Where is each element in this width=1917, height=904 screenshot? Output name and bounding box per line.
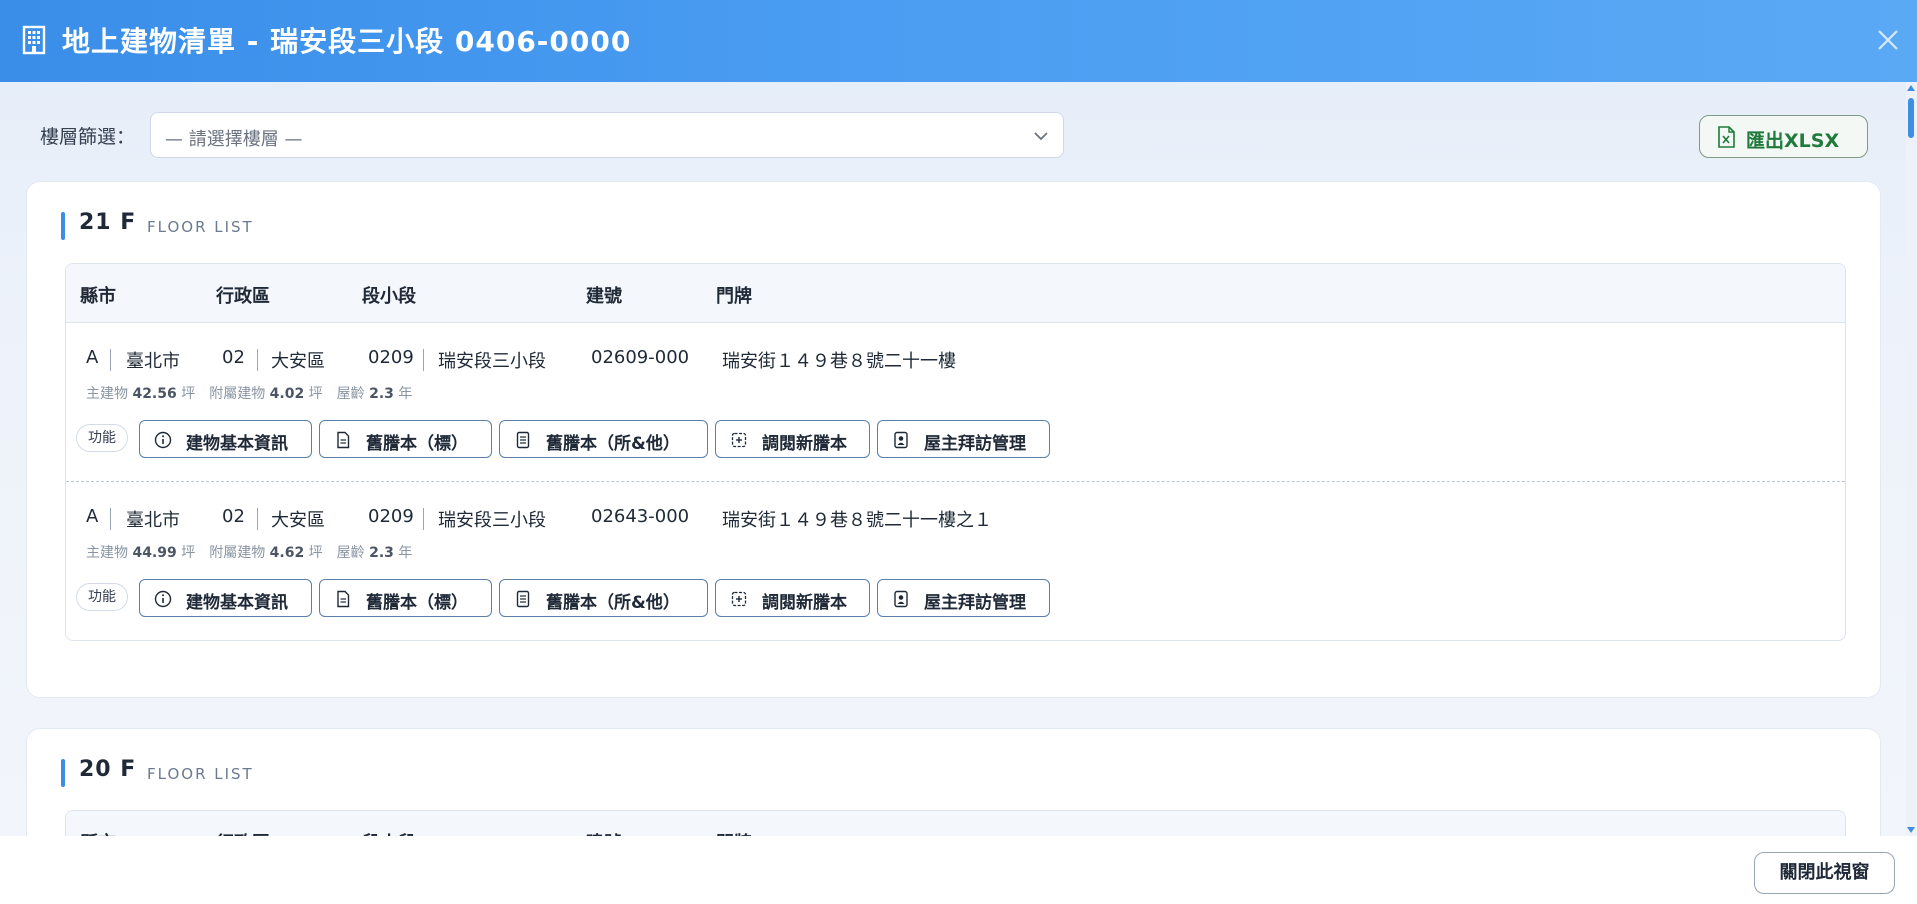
scroll-up-arrow-icon[interactable] [1907,85,1915,91]
document-icon [337,590,350,608]
column-header-county: 縣市 [80,829,116,836]
district-code: 02 [222,347,245,368]
old-transcript-title-button[interactable]: 舊謄本（標） [319,579,492,617]
request-new-transcript-button[interactable]: 調閱新謄本 [715,579,870,617]
request-new-transcript-button[interactable]: 調閱新謄本 [715,420,870,458]
table-row: A 臺北市 02 大安區 0209 瑞安段三小段 02609-000 瑞安街１４… [66,323,1845,482]
export-xlsx-button[interactable]: 匯出XLSX [1699,115,1868,158]
floor-filter-label: 樓層篩選： [40,126,136,148]
county-code: A [86,506,99,527]
close-window-button[interactable]: 關閉此視窗 [1754,852,1895,894]
address: 瑞安街１４９巷８號二十一樓之１ [722,510,992,531]
old-transcript-title-button[interactable]: 舊謄本（標） [319,420,492,458]
divider [423,349,424,371]
floor-subtitle: FLOOR LIST [147,765,254,783]
column-header-county: 縣市 [80,286,116,307]
info-icon [154,431,172,449]
floor-number: 20 F [79,757,137,782]
build-number: 02643-000 [591,506,690,527]
table-header: 縣市 行政區 段小段 建號 門牌 [66,811,1845,836]
floor-accent-bar [61,759,65,787]
section-name: 瑞安段三小段 [438,510,546,531]
building-info-button[interactable]: 建物基本資訊 [139,579,312,617]
scrollbar-thumb[interactable] [1908,98,1914,138]
divider [423,508,424,530]
district-code: 02 [222,506,245,527]
county-name: 臺北市 [126,510,180,531]
floor-card-20f: 20 F FLOOR LIST 縣市 行政區 段小段 建號 門牌 [26,728,1881,836]
build-number: 02609-000 [591,347,690,368]
column-header-section: 段小段 [362,286,416,307]
divider [257,349,258,371]
function-tag: 功能 [76,424,128,452]
floor-accent-bar [61,212,65,240]
divider [110,349,111,371]
floor-card-21f: 21 F FLOOR LIST 縣市 行政區 段小段 建號 門牌 A 臺北市 0… [26,181,1881,698]
scroll-down-arrow-icon[interactable] [1907,827,1915,833]
building-stats: 主建物 44.99 坪附屬建物 4.62 坪屋齡 2.3 年 [86,545,413,561]
modal-title: 地上建物清單 - 瑞安段三小段 0406-0000 [62,25,632,58]
document-add-icon [731,432,747,448]
column-header-address: 門牌 [716,829,752,836]
excel-file-icon [1718,126,1735,148]
building-info-button[interactable]: 建物基本資訊 [139,420,312,458]
divider [257,508,258,530]
building-table: 縣市 行政區 段小段 建號 門牌 [65,810,1846,836]
old-transcript-owner-button[interactable]: 舊謄本（所&他） [499,579,708,617]
divider [110,508,111,530]
function-tag: 功能 [76,583,128,611]
owner-visit-button[interactable]: 屋主拜訪管理 [877,420,1050,458]
column-header-build-no: 建號 [586,829,622,836]
floor-number: 21 F [79,210,137,235]
building-icon [22,25,46,55]
close-icon[interactable] [1872,24,1904,56]
district-name: 大安區 [271,351,325,372]
floor-subtitle: FLOOR LIST [147,218,254,236]
column-header-district: 行政區 [216,286,270,307]
address: 瑞安街１４９巷８號二十一樓 [722,351,956,372]
old-transcript-owner-button[interactable]: 舊謄本（所&他） [499,420,708,458]
info-icon [154,590,172,608]
column-header-build-no: 建號 [586,286,622,307]
column-header-section: 段小段 [362,829,416,836]
district-name: 大安區 [271,510,325,531]
county-name: 臺北市 [126,351,180,372]
export-xlsx-label: 匯出XLSX [1746,130,1840,152]
modal-body: 樓層篩選： — 請選擇樓層 — 匯出XLSX 21 F FLOOR LIST 縣… [0,82,1917,836]
table-row: A 臺北市 02 大安區 0209 瑞安段三小段 02643-000 瑞安街１４… [66,482,1845,640]
section-code: 0209 [368,347,414,368]
chevron-down-icon [1034,132,1048,141]
floor-filter-placeholder: — 請選擇樓層 — [165,129,303,150]
county-code: A [86,347,99,368]
modal-footer: 關閉此視窗 [0,836,1917,904]
document-add-icon [731,591,747,607]
table-header: 縣市 行政區 段小段 建號 門牌 [66,264,1845,323]
column-header-address: 門牌 [716,286,752,307]
document-lines-icon [516,431,530,449]
building-stats: 主建物 42.56 坪附屬建物 4.02 坪屋齡 2.3 年 [86,386,413,402]
owner-visit-button[interactable]: 屋主拜訪管理 [877,579,1050,617]
section-name: 瑞安段三小段 [438,351,546,372]
building-table: 縣市 行政區 段小段 建號 門牌 A 臺北市 02 大安區 0209 瑞安段三小… [65,263,1846,641]
document-icon [337,431,350,449]
contact-card-icon [894,431,908,449]
column-header-district: 行政區 [216,829,270,836]
section-code: 0209 [368,506,414,527]
document-lines-icon [516,590,530,608]
vertical-scrollbar[interactable] [1906,82,1917,836]
modal-header: 地上建物清單 - 瑞安段三小段 0406-0000 [0,0,1917,82]
contact-card-icon [894,590,908,608]
floor-filter-select[interactable]: — 請選擇樓層 — [150,112,1064,158]
